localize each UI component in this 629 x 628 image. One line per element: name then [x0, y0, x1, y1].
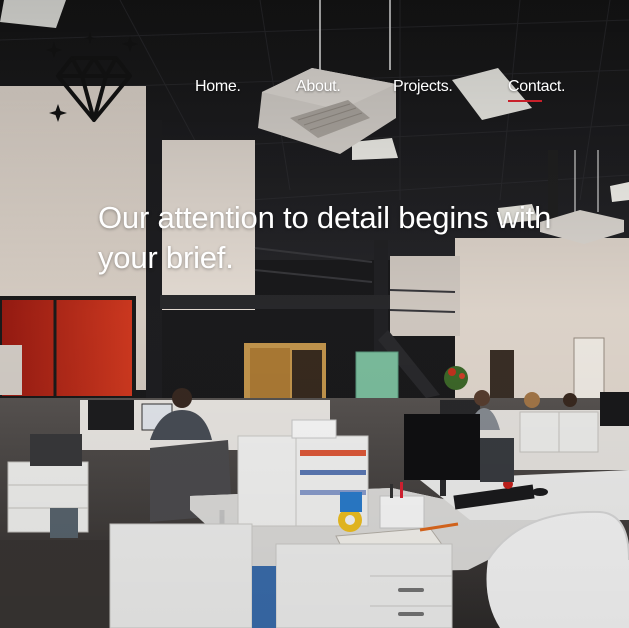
- main-navigation: Home. About. Projects. Contact.: [0, 78, 629, 102]
- nav-item-projects[interactable]: Projects.: [393, 78, 453, 96]
- nav-item-about[interactable]: About.: [296, 78, 341, 96]
- sparkle-icon: [46, 42, 62, 58]
- nav-item-home[interactable]: Home.: [195, 78, 241, 96]
- nav-item-contact[interactable]: Contact.: [508, 78, 565, 102]
- hero-headline: Our attention to detail begins with your…: [98, 200, 552, 275]
